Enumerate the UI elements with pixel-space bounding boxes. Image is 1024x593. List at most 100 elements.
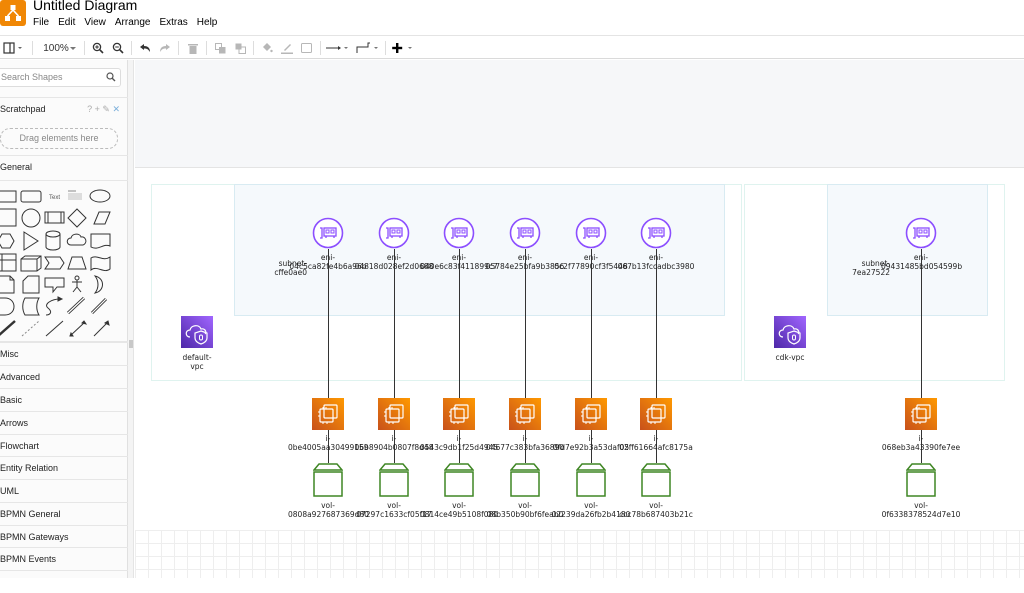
shape-step[interactable]	[44, 256, 65, 270]
menu-help[interactable]: Help	[197, 17, 218, 28]
connector-eni-to-instance[interactable]	[921, 249, 922, 398]
category-uml[interactable]: UML	[0, 479, 128, 502]
zoom-out-button[interactable]	[110, 36, 126, 60]
category-bpmn-general[interactable]: BPMN General	[0, 502, 128, 525]
scratchpad-header[interactable]: Scratchpad ? + ✎ ✕	[0, 97, 128, 122]
shadow-button[interactable]	[299, 36, 315, 60]
ec2-instance-icon[interactable]	[905, 398, 937, 430]
shape-curved-arrow[interactable]	[45, 296, 64, 316]
line-color-button[interactable]	[279, 36, 295, 60]
category-bpmn-gateways[interactable]: BPMN Gateways	[0, 525, 128, 548]
shape-document[interactable]	[90, 233, 111, 249]
category-entity-relation[interactable]: Entity Relation	[0, 456, 128, 479]
shape-process[interactable]	[44, 211, 65, 224]
shape-hexagon[interactable]	[0, 233, 15, 249]
vpc-icon[interactable]	[774, 316, 806, 348]
connector-eni-to-instance[interactable]	[656, 249, 657, 398]
ec2-instance-icon[interactable]	[378, 398, 410, 430]
shape-diamond[interactable]	[67, 208, 87, 228]
scratchpad-help-add-edit[interactable]: ? + ✎	[87, 104, 110, 114]
ebs-volume-icon[interactable]	[575, 463, 607, 497]
category-basic[interactable]: Basic	[0, 388, 128, 411]
shape-parallelogram[interactable]	[93, 211, 111, 225]
ec2-instance-icon[interactable]	[509, 398, 541, 430]
shape-triangle[interactable]	[23, 231, 39, 251]
shape-text[interactable]: Text	[49, 195, 60, 201]
diagram-canvas[interactable]: subnet-cffe0ae0 subnet- 7ea27522 default-…	[135, 60, 1024, 578]
scrollbar-thumb[interactable]	[129, 340, 133, 348]
subnet-container-2[interactable]	[827, 184, 988, 316]
ec2-instance-icon[interactable]	[575, 398, 607, 430]
shape-ellipse[interactable]	[89, 189, 111, 203]
shape-rectangle[interactable]	[0, 190, 17, 203]
shape-bidirectional-connector[interactable]	[69, 320, 88, 337]
shape-dashed-line[interactable]	[21, 320, 40, 337]
shape-rounded-rectangle[interactable]	[20, 190, 42, 203]
connector-eni-to-instance[interactable]	[394, 249, 395, 398]
network-interface-icon[interactable]	[443, 217, 475, 249]
network-interface-icon[interactable]	[575, 217, 607, 249]
search-shapes-input[interactable]: Search Shapes	[0, 68, 121, 87]
shape-line[interactable]	[45, 320, 64, 337]
shape-square[interactable]	[0, 208, 17, 227]
insert-dropdown[interactable]	[391, 36, 417, 60]
network-interface-icon[interactable]	[312, 217, 344, 249]
delete-button[interactable]	[185, 36, 201, 60]
network-interface-icon[interactable]	[509, 217, 541, 249]
shape-card[interactable]	[22, 275, 40, 294]
shape-data-storage[interactable]	[22, 297, 40, 316]
shape-actor[interactable]	[72, 275, 82, 293]
undo-button[interactable]	[137, 36, 153, 60]
category-bpmn-events[interactable]: BPMN Events	[0, 547, 128, 570]
menu-view[interactable]: View	[84, 17, 106, 28]
to-front-button[interactable]	[212, 36, 228, 60]
redo-button[interactable]	[157, 36, 173, 60]
subnet-container-1[interactable]	[234, 184, 725, 316]
category-flowchart[interactable]: Flowchart	[0, 434, 128, 457]
shape-cylinder[interactable]	[45, 230, 61, 251]
shape-heading[interactable]	[68, 190, 82, 200]
diagram-title[interactable]: Untitled Diagram	[33, 0, 137, 13]
zoom-in-button[interactable]	[90, 36, 106, 60]
ebs-volume-icon[interactable]	[443, 463, 475, 497]
network-interface-icon[interactable]	[640, 217, 672, 249]
shape-bidirectional-arrow[interactable]	[66, 296, 86, 315]
waypoints-dropdown[interactable]	[356, 36, 380, 60]
menu-file[interactable]: File	[33, 17, 49, 28]
search-icon[interactable]	[106, 72, 116, 82]
shape-or[interactable]	[93, 275, 103, 294]
ebs-volume-icon[interactable]	[509, 463, 541, 497]
fill-color-button[interactable]	[259, 36, 275, 60]
ec2-instance-icon[interactable]	[443, 398, 475, 430]
vpc-icon[interactable]	[181, 316, 213, 348]
shape-delay[interactable]	[0, 297, 15, 316]
shape-note[interactable]	[0, 275, 15, 294]
menu-edit[interactable]: Edit	[58, 17, 75, 28]
scratchpad-drop-zone[interactable]: Drag elements here	[0, 128, 118, 149]
shape-internal-storage[interactable]	[0, 253, 17, 272]
format-panel-button[interactable]	[2, 36, 26, 60]
category-advanced[interactable]: Advanced	[0, 365, 128, 388]
connector-eni-to-instance[interactable]	[591, 249, 592, 398]
ec2-instance-icon[interactable]	[312, 398, 344, 430]
zoom-level-dropdown[interactable]: 100%	[40, 36, 80, 60]
scratchpad-tools[interactable]: ? + ✎ ✕	[87, 98, 120, 120]
connector-eni-to-instance[interactable]	[525, 249, 526, 398]
shape-directional-connector[interactable]	[93, 320, 110, 337]
shape-block-arrow[interactable]	[90, 297, 108, 315]
ebs-volume-icon[interactable]	[378, 463, 410, 497]
shape-circle[interactable]	[21, 208, 41, 228]
shape-cloud[interactable]	[66, 233, 87, 246]
shape-callout[interactable]	[44, 277, 65, 294]
connector-eni-to-instance[interactable]	[328, 249, 329, 398]
shape-cube[interactable]	[20, 255, 42, 272]
category-misc[interactable]: Misc	[0, 342, 128, 365]
shape-thick-line[interactable]	[0, 320, 16, 336]
shape-tape[interactable]	[90, 256, 111, 272]
menu-extras[interactable]: Extras	[159, 17, 187, 28]
sidebar-scrollbar[interactable]	[128, 60, 134, 578]
connector-eni-to-instance[interactable]	[459, 249, 460, 398]
ebs-volume-icon[interactable]	[905, 463, 937, 497]
network-interface-icon[interactable]	[378, 217, 410, 249]
shape-trapezoid[interactable]	[67, 256, 87, 270]
